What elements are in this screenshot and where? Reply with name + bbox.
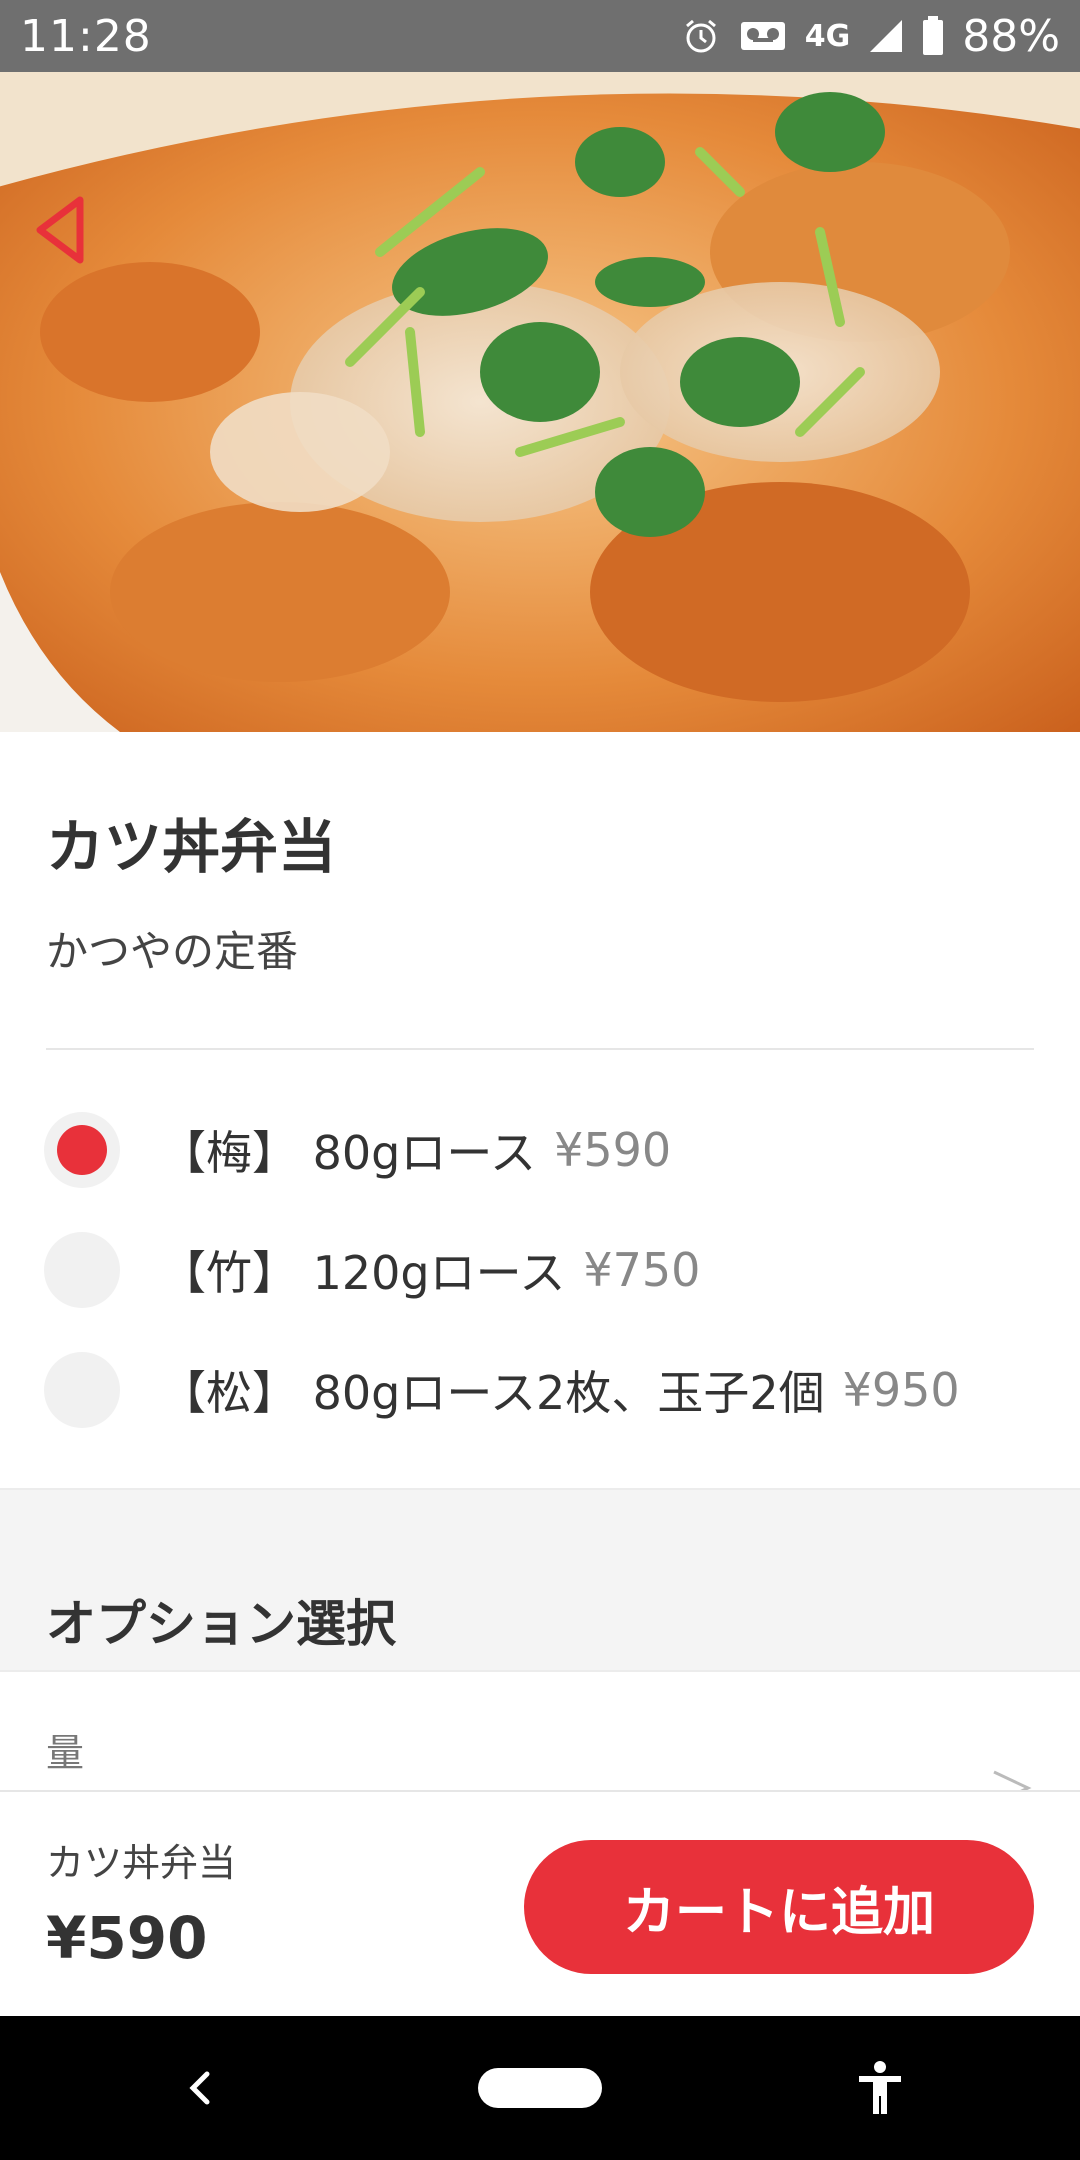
accessibility-icon [859, 2061, 901, 2114]
radio-selected-dot [57, 1125, 107, 1175]
nav-home-button[interactable] [478, 2068, 602, 2108]
variant-price: ¥750 [583, 1243, 701, 1297]
back-button[interactable] [28, 190, 92, 270]
cart-item-price: ¥590 [46, 1904, 208, 1972]
battery-icon [922, 16, 944, 56]
network-type: 4G [804, 18, 851, 54]
variant-label: 【梅】 80gロース [160, 1126, 537, 1180]
alarm-icon [681, 16, 721, 56]
product-title: カツ丼弁当 [46, 813, 337, 881]
nav-back-icon [189, 2071, 210, 2105]
battery-percentage: 88% [962, 10, 1060, 62]
variant-option-matsu[interactable]: 【松】 80gロース2枚、玉子2個 ¥950 [44, 1350, 1044, 1430]
signal-icon [868, 18, 904, 54]
variant-option-ume[interactable]: 【梅】 80gロース ¥590 [44, 1110, 1044, 1190]
variant-label: 【竹】 120gロース [160, 1246, 566, 1300]
product-image [0, 72, 1080, 732]
variant-price: ¥590 [554, 1123, 672, 1177]
radio-button[interactable] [44, 1352, 120, 1428]
divider [46, 1048, 1034, 1050]
voicemail-icon [739, 18, 787, 54]
radio-button[interactable] [44, 1232, 120, 1308]
variant-option-take[interactable]: 【竹】 120gロース ¥750 [44, 1230, 1044, 1310]
cart-item-name: カツ丼弁当 [46, 1841, 237, 1885]
status-icons: 4G 88% [681, 11, 1060, 62]
status-time: 11:28 [20, 10, 152, 62]
system-nav-bar [0, 2016, 1080, 2160]
back-arrow-icon [36, 196, 84, 264]
accessibility-button[interactable] [850, 2058, 910, 2118]
bottom-cart-bar: カツ丼弁当 ¥590 カートに追加 [0, 1790, 1080, 2016]
add-to-cart-button[interactable]: カートに追加 [524, 1840, 1034, 1974]
variant-label: 【松】 80gロース2枚、玉子2個 [160, 1366, 825, 1420]
nav-back-button[interactable] [170, 2058, 230, 2118]
variant-price: ¥950 [842, 1363, 960, 1417]
katsudon-photo [0, 72, 1080, 732]
options-section-title: オプション選択 [46, 1595, 396, 1653]
option-label: 量 [46, 1731, 85, 1775]
option-row-quantity[interactable]: 量 [0, 1670, 1080, 1806]
product-description: かつやの定番 [46, 927, 299, 976]
radio-button[interactable] [44, 1112, 120, 1188]
status-bar: 11:28 4G 88% [0, 0, 1080, 72]
